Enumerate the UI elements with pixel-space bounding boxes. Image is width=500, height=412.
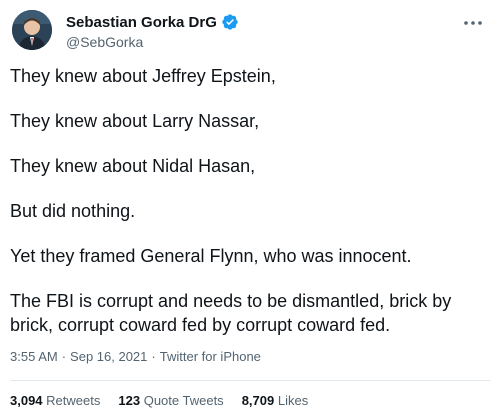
tweet-meta: 3:55 AM · Sep 16, 2021 · Twitter for iPh… [10, 349, 261, 364]
tweet-paragraph: They knew about Jeffrey Epstein, [10, 66, 276, 86]
author-display-name[interactable]: Sebastian Gorka DrG [66, 14, 217, 31]
tweet-paragraph: They knew about Larry Nassar, [10, 111, 260, 131]
divider [10, 380, 490, 381]
meta-separator: · [151, 349, 156, 364]
avatar-image [12, 10, 52, 50]
retweets-label: Retweets [46, 393, 101, 408]
tweet-paragraph: But did nothing. [10, 201, 136, 221]
tweet-header: Sebastian Gorka DrG @SebGorka [10, 8, 490, 52]
author-handle[interactable]: @SebGorka [66, 34, 239, 50]
quote-tweets-count: 123 [118, 393, 141, 408]
meta-separator: · [61, 349, 67, 364]
tweet-card: Sebastian Gorka DrG @SebGorka They knew … [0, 0, 500, 412]
likes-label: Likes [277, 393, 309, 408]
more-options-icon [464, 21, 482, 25]
tweet-paragraph: The FBI is corrupt and needs to be disma… [10, 291, 452, 335]
tweet-text: They knew about Jeffrey Epstein, They kn… [10, 64, 490, 337]
likes-stat[interactable]: 8,709 Likes [242, 393, 309, 408]
retweets-count: 3,094 [10, 393, 43, 408]
tweet-paragraph: They knew about Nidal Hasan, [10, 156, 256, 176]
tweet-paragraph: Yet they framed General Flynn, who was i… [10, 246, 412, 266]
retweets-stat[interactable]: 3,094 Retweets [10, 393, 100, 408]
more-options-button[interactable] [458, 12, 488, 34]
quote-tweets-stat[interactable]: 123 Quote Tweets [118, 393, 223, 408]
author-info: Sebastian Gorka DrG @SebGorka [66, 12, 239, 50]
tweet-time[interactable]: 3:55 AM [10, 349, 58, 364]
quote-tweets-label: Quote Tweets [143, 393, 224, 408]
tweet-date[interactable]: Sep 16, 2021 [70, 349, 147, 364]
tweet-stats: 3,094 Retweets 123 Quote Tweets 8,709 Li… [10, 393, 308, 408]
verified-badge-icon [221, 13, 239, 31]
tweet-source[interactable]: Twitter for iPhone [160, 349, 261, 364]
avatar[interactable] [12, 10, 52, 50]
likes-count: 8,709 [241, 393, 275, 408]
